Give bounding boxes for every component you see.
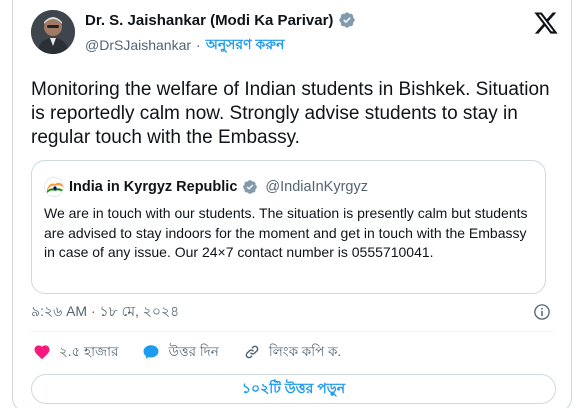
info-icon[interactable] <box>533 303 551 321</box>
separator-dot: · <box>196 37 201 53</box>
author-avatar[interactable] <box>31 10 75 54</box>
author-display-name[interactable]: Dr. S. Jaishankar (Modi Ka Parivar) <box>85 12 333 29</box>
speech-bubble-icon <box>143 345 159 359</box>
author-name-row: Dr. S. Jaishankar (Modi Ka Parivar) <box>85 11 356 29</box>
quoted-tweet-header: India in Kyrgyz Republic @IndiaInKyrgyz <box>44 177 368 197</box>
author-handle[interactable]: @DrSJaishankar <box>85 37 191 53</box>
verified-badge-icon <box>339 12 356 28</box>
copy-link-button[interactable]: লিংক কপি ক. <box>243 341 341 364</box>
divider <box>31 331 553 332</box>
quoted-author-handle: @IndiaInKyrgyz <box>265 179 368 195</box>
read-replies-button[interactable]: ১০২টি উত্তর পড়ুন <box>31 374 556 404</box>
tweet-meta-row: ৯:২৬ AM · ১৮ মে, ২০২৪ <box>31 302 551 322</box>
quoted-verified-badge-icon <box>243 180 258 194</box>
author-handle-row: @DrSJaishankar · অনুসরণ করুন <box>85 33 284 57</box>
quoted-author-avatar <box>44 177 64 197</box>
copy-link-label: লিংক কপি ক. <box>268 343 342 359</box>
quoted-tweet-text: We are in touch with our students. The s… <box>44 205 528 260</box>
heart-icon <box>34 345 50 360</box>
x-logo-icon[interactable] <box>533 10 559 36</box>
tweet-timestamp[interactable]: ৯:২৬ AM · ১৮ মে, ২০২৪ <box>31 300 179 324</box>
like-count: ২.৫ হাজার <box>59 343 119 359</box>
tweet-text: Monitoring the welfare of Indian student… <box>31 79 550 148</box>
action-bar: ২.৫ হাজার উত্তর দিন লিংক কপি ক. <box>33 342 365 362</box>
quoted-author-name: India in Kyrgyz Republic <box>69 179 238 195</box>
follow-link[interactable]: অনুসরণ করুন <box>206 33 285 57</box>
like-button[interactable]: ২.৫ হাজার <box>33 341 118 364</box>
reply-label: উত্তর দিন <box>168 343 219 359</box>
link-icon <box>245 345 259 359</box>
tweet-embed-card: Dr. S. Jaishankar (Modi Ka Parivar) @DrS… <box>12 0 572 408</box>
quoted-tweet[interactable]: India in Kyrgyz Republic @IndiaInKyrgyz … <box>31 160 546 294</box>
reply-button[interactable]: উত্তর দিন <box>142 341 219 364</box>
